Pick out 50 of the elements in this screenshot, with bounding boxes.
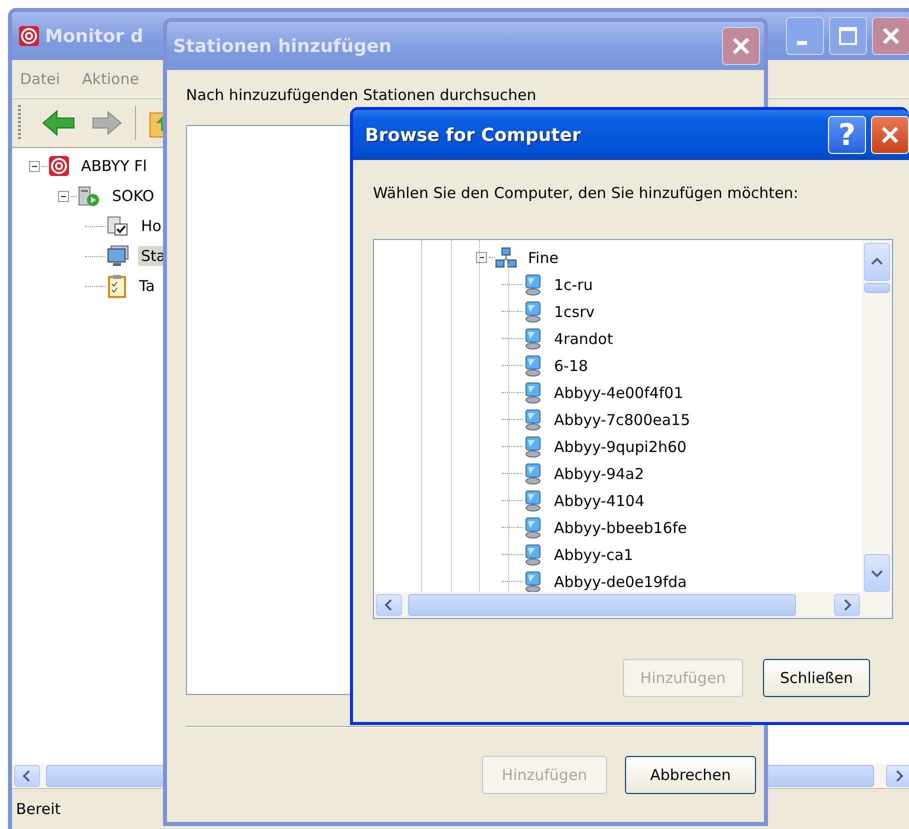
server-icon bbox=[77, 185, 101, 207]
scroll-left-button[interactable] bbox=[376, 594, 402, 616]
computer-icon bbox=[523, 274, 543, 296]
tree-item[interactable]: Abbyy-94a2 bbox=[551, 464, 648, 484]
scroll-right-button[interactable] bbox=[834, 594, 860, 616]
clipboard-icon bbox=[106, 274, 128, 298]
network-icon bbox=[495, 246, 517, 268]
scroll-down-button[interactable] bbox=[864, 554, 890, 592]
dialog-label: Nach hinzuzufügenden Stationen durchsuchen bbox=[186, 86, 538, 104]
window-title: Stationen hinzufügen bbox=[173, 36, 392, 56]
tree-item[interactable]: Fine bbox=[525, 248, 562, 268]
close-icon bbox=[880, 25, 902, 47]
scrollbar-thumb[interactable] bbox=[864, 283, 890, 293]
maximize-icon bbox=[837, 25, 859, 47]
monitor-icon bbox=[106, 245, 130, 267]
collapse-icon[interactable] bbox=[476, 252, 486, 263]
tree-item[interactable]: 1c-ru bbox=[551, 274, 596, 294]
tree-item[interactable]: Abbyy-7c800ea15 bbox=[551, 410, 694, 430]
computer-icon bbox=[523, 570, 543, 592]
scrollbar-thumb[interactable] bbox=[408, 594, 796, 616]
minimize-icon bbox=[797, 41, 807, 45]
window-title: Browse for Computer bbox=[364, 124, 581, 146]
computer-icon bbox=[523, 436, 543, 458]
help-button[interactable]: ? bbox=[828, 116, 866, 154]
tree-item[interactable]: Abbyy-4104 bbox=[551, 490, 648, 510]
computer-icon bbox=[523, 516, 543, 538]
tree-item[interactable]: Abbyy-4e00f4f01 bbox=[551, 382, 686, 402]
tree-item[interactable]: Abbyy-de0e19fda bbox=[551, 572, 690, 592]
computer-icon bbox=[523, 300, 543, 322]
computer-icon bbox=[523, 462, 543, 484]
tree-item[interactable]: Abbyy-9qupi2h60 bbox=[551, 436, 690, 456]
dialog-label: Wählen Sie den Computer, den Sie hinzufügen möchten: bbox=[373, 184, 800, 202]
tree-item[interactable]: 6-18 bbox=[551, 356, 592, 376]
tree-item[interactable]: Abbyy-bbeeb16fe bbox=[551, 518, 690, 538]
tree-item[interactable]: 4randot bbox=[551, 328, 616, 348]
close-icon bbox=[730, 35, 752, 57]
checklist-icon bbox=[106, 215, 130, 237]
computer-icon bbox=[523, 544, 543, 566]
computer-icon bbox=[523, 382, 543, 404]
computer-icon bbox=[523, 328, 543, 350]
computer-icon bbox=[523, 408, 543, 430]
computer-icon bbox=[523, 354, 543, 376]
dialog-button[interactable]: Schließen bbox=[763, 659, 870, 697]
status-text: Bereit bbox=[16, 800, 61, 818]
computer-icon bbox=[523, 490, 543, 512]
tree-item[interactable]: Abbyy-ca1 bbox=[551, 544, 636, 564]
scroll-up-button[interactable] bbox=[864, 243, 890, 281]
close-icon bbox=[879, 124, 901, 146]
tree-item[interactable]: 1csrv bbox=[551, 302, 598, 322]
window-title: Monitor d bbox=[45, 26, 144, 46]
